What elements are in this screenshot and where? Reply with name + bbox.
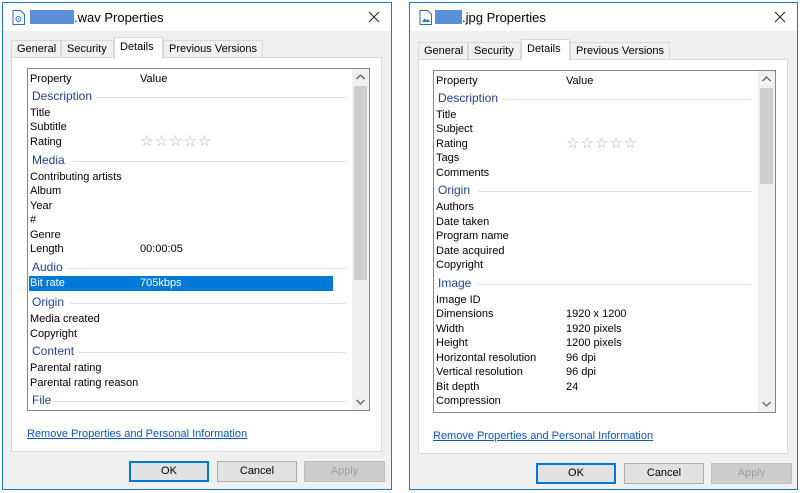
apply-button[interactable]: Apply	[304, 461, 385, 482]
column-header-property[interactable]: Property	[436, 74, 478, 89]
tab-previous-versions[interactable]: Previous Versions	[163, 40, 263, 58]
redacted-filename	[30, 10, 74, 24]
dialog-title: .wav Properties	[74, 10, 164, 25]
tab-security[interactable]: Security	[61, 40, 114, 58]
scroll-thumb[interactable]	[354, 86, 367, 280]
tab-previous-versions[interactable]: Previous Versions	[570, 42, 670, 60]
chevron-up-icon[interactable]	[758, 71, 775, 88]
redacted-filename	[435, 10, 462, 24]
rating-stars[interactable]: ☆☆☆☆☆	[566, 136, 638, 151]
close-icon[interactable]	[363, 6, 385, 28]
property-list[interactable]: Property Value Description Title Subtitl…	[27, 68, 370, 411]
tab-details[interactable]: Details	[521, 39, 570, 61]
chevron-up-icon[interactable]	[352, 69, 369, 86]
column-header-value[interactable]: Value	[140, 72, 167, 87]
details-panel: Property Value Description Title Subject…	[418, 59, 788, 454]
column-header-value[interactable]: Value	[566, 74, 593, 89]
list-item-selected[interactable]: Bit rate 705kbps	[29, 276, 333, 291]
group-audio: Audio	[32, 260, 63, 274]
image-file-icon	[419, 10, 432, 25]
tab-general[interactable]: General	[418, 42, 468, 60]
group-file: File	[32, 393, 52, 407]
chevron-down-icon[interactable]	[758, 395, 775, 412]
cancel-button[interactable]: Cancel	[624, 463, 704, 484]
chevron-down-icon[interactable]	[352, 393, 369, 410]
tab-security[interactable]: Security	[468, 42, 521, 60]
group-media: Media	[32, 153, 65, 167]
group-description: Description	[32, 89, 93, 103]
remove-properties-link[interactable]: Remove Properties and Personal Informati…	[27, 428, 247, 440]
close-icon[interactable]	[769, 6, 791, 28]
scroll-thumb[interactable]	[760, 88, 773, 184]
title-bar: .wav Properties	[3, 3, 391, 31]
jpg-properties-dialog: .jpg Properties General Security Details…	[409, 2, 798, 490]
ok-button[interactable]: OK	[536, 463, 616, 484]
property-list[interactable]: Property Value Description Title Subject…	[433, 70, 776, 413]
group-content: Content	[32, 344, 75, 358]
title-bar: .jpg Properties	[410, 3, 797, 31]
audio-file-icon	[12, 10, 25, 25]
tab-general[interactable]: General	[11, 40, 61, 58]
dialog-title: .jpg Properties	[462, 10, 546, 25]
group-description: Description	[438, 91, 499, 105]
apply-button[interactable]: Apply	[711, 463, 792, 484]
group-origin: Origin	[438, 183, 471, 197]
column-header-property[interactable]: Property	[30, 72, 72, 87]
ok-button[interactable]: OK	[129, 461, 209, 482]
tab-details[interactable]: Details	[114, 37, 163, 59]
group-origin: Origin	[32, 295, 65, 309]
details-panel: Property Value Description Title Subtitl…	[11, 57, 382, 452]
vertical-scrollbar[interactable]	[758, 71, 775, 412]
cancel-button[interactable]: Cancel	[217, 461, 297, 482]
remove-properties-link[interactable]: Remove Properties and Personal Informati…	[433, 430, 653, 442]
rating-stars[interactable]: ☆☆☆☆☆	[140, 134, 212, 149]
wav-properties-dialog: .wav Properties General Security Details…	[2, 2, 392, 490]
group-image: Image	[438, 276, 472, 290]
vertical-scrollbar[interactable]	[352, 69, 369, 410]
